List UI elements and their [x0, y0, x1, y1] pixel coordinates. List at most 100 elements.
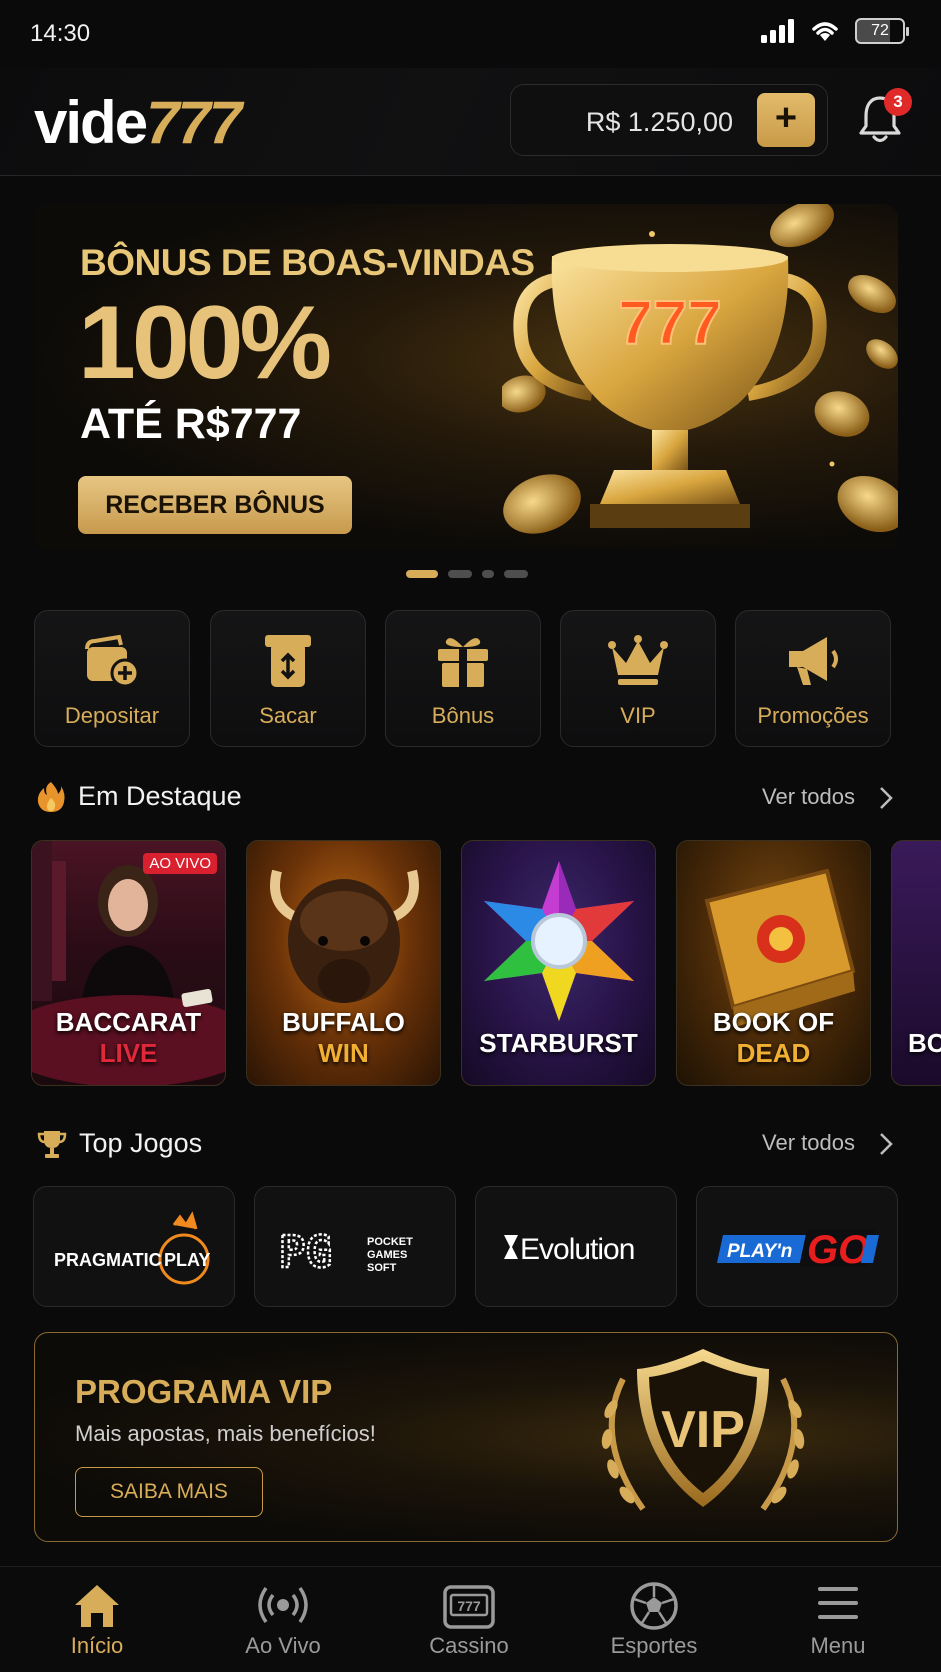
provider-name: Evolution [520, 1233, 634, 1266]
provider-pg-soft[interactable]: PG POCKET GAMES SOFT [254, 1186, 456, 1307]
hamburger-menu-icon [818, 1587, 858, 1619]
nav-label: Menu [810, 1633, 866, 1658]
quick-action-deposit[interactable]: Depositar [34, 610, 190, 747]
game-card-partial[interactable]: BC [891, 840, 941, 1086]
vip-title: PROGRAMA VIP [75, 1373, 333, 1410]
soccer-ball-icon [630, 1582, 678, 1630]
bottom-navigation: Início Ao Vivo 777 Cassino Esportes Menu [0, 1566, 941, 1672]
vip-subtitle: Mais apostas, mais benefícios! [75, 1421, 376, 1446]
nav-label: Esportes [610, 1633, 698, 1658]
top-games-section-title: Top Jogos [79, 1128, 203, 1158]
provider-playngo[interactable]: PLAY'n GO [696, 1186, 898, 1307]
quick-action-label: Depositar [64, 703, 160, 728]
status-bar: 14:30 72 [0, 0, 941, 68]
trophy-illustration: 777 [502, 204, 898, 534]
game-title: BUFFALO WIN [247, 1007, 440, 1069]
game-title-line2: DEAD [736, 1038, 811, 1068]
nav-item-live[interactable]: Ao Vivo [203, 1567, 363, 1672]
provider-name: PRAGMATIC [54, 1250, 162, 1270]
quick-action-bonus[interactable]: Bônus [385, 610, 541, 747]
logo-text-gold: 777 [146, 89, 242, 156]
evolution-logo: Evolution [504, 1233, 635, 1266]
game-card-baccarat[interactable]: AO VIVO BACCARAT LIVE [31, 840, 226, 1086]
svg-text:POCKET: POCKET [367, 1236, 413, 1248]
game-title-line1: BACCARAT [55, 1007, 202, 1037]
status-icons: 72 [759, 18, 909, 44]
live-badge: AO VIVO [143, 853, 217, 874]
pg-soft-logo: PG POCKET GAMES SOFT [278, 1226, 413, 1280]
signal-icon [761, 19, 794, 43]
balance-amount: R$ 1.250,00 [585, 107, 733, 137]
game-title-line1: BUFFALO [282, 1007, 405, 1037]
trophy-icon [37, 1131, 67, 1158]
banner-limit: ATÉ R$777 [80, 400, 302, 448]
game-title-line1: STARBURST [479, 1028, 638, 1058]
receive-bonus-button[interactable]: RECEBER BÔNUS [78, 476, 352, 534]
vip-shield-illustration: VIP [601, 1349, 805, 1511]
vip-program-card[interactable]: VIP PROGRAMA VIP Mais apostas, mais bene… [34, 1332, 898, 1542]
game-title-line1: BC [908, 1028, 941, 1058]
provider-name: PG [279, 1227, 332, 1278]
wallet-plus-icon [85, 634, 140, 688]
provider-evolution[interactable]: Evolution [475, 1186, 677, 1307]
vide777-logo[interactable]: vide777 [34, 88, 242, 157]
fire-icon [37, 782, 65, 812]
game-card-starburst[interactable]: STARBURST [461, 840, 656, 1086]
provider-pragmatic-play[interactable]: PRAGMATIC PLAY [33, 1186, 235, 1307]
learn-more-button[interactable]: SAIBA MAIS [75, 1467, 263, 1517]
chevron-right-icon[interactable] [878, 1131, 894, 1157]
carousel-dots [406, 570, 528, 578]
withdraw-icon [265, 635, 311, 687]
nav-item-casino[interactable]: 777 Cassino [389, 1567, 549, 1672]
live-broadcast-icon [258, 1586, 308, 1624]
crown-icon [608, 635, 668, 685]
game-title-line1: BOOK OF [712, 1007, 835, 1037]
game-title-line2: LIVE [99, 1038, 158, 1068]
app-header: vide777 R$ 1.250,00 + 3 [0, 68, 941, 176]
slot-machine-icon: 777 [443, 1585, 495, 1629]
banner-title: BÔNUS DE BOAS-VINDAS [80, 242, 535, 283]
carousel-dot-4[interactable] [504, 570, 528, 578]
see-all-text: Ver todos [762, 784, 855, 809]
logo-text-white: vide [34, 89, 148, 156]
carousel-dot-1[interactable] [406, 570, 438, 578]
notification-badge: 3 [884, 88, 912, 116]
status-time: 14:30 [30, 20, 91, 47]
svg-text:SOFT: SOFT [367, 1262, 397, 1274]
banner-percent: 100% [78, 285, 332, 401]
home-icon [75, 1585, 119, 1627]
nav-item-menu[interactable]: Menu [758, 1567, 918, 1672]
balance-box[interactable]: R$ 1.250,00 + [510, 84, 828, 156]
nav-label: Ao Vivo [245, 1633, 321, 1658]
featured-section-title: Em Destaque [78, 781, 242, 811]
svg-text:GAMES: GAMES [367, 1249, 407, 1261]
wifi-icon [812, 22, 838, 41]
carousel-dot-2[interactable] [448, 570, 472, 578]
chevron-right-icon[interactable] [878, 785, 894, 811]
provider-name-2: GO [807, 1228, 869, 1272]
game-card-book-of-dead[interactable]: BOOK OF DEAD [676, 840, 871, 1086]
quick-action-label: Promoções [757, 703, 869, 728]
welcome-bonus-banner[interactable]: 777 BÔNUS DE BOAS-VINDAS 100% ATÉ R$777 … [34, 204, 898, 550]
game-card-buffalo-win[interactable]: BUFFALO WIN [246, 840, 441, 1086]
battery-level: 72 [871, 22, 889, 39]
nav-item-home[interactable]: Início [17, 1567, 177, 1672]
megaphone-icon [789, 637, 838, 685]
quick-action-vip[interactable]: VIP [560, 610, 716, 747]
nav-label: Início [70, 1633, 124, 1658]
provider-name: PLAY'n [727, 1241, 792, 1262]
carousel-dot-3[interactable] [482, 570, 494, 578]
see-all-text: Ver todos [762, 1130, 855, 1155]
pragmatic-play-logo: PRAGMATIC PLAY [54, 1211, 210, 1285]
top-games-see-all-link[interactable]: Ver todos [762, 1130, 855, 1156]
featured-see-all-link[interactable]: Ver todos [762, 784, 855, 810]
gift-icon [438, 638, 488, 687]
svg-text:777: 777 [457, 1598, 481, 1614]
vip-shield-text: VIP [661, 1401, 745, 1459]
quick-action-promotions[interactable]: Promoções [735, 610, 891, 747]
quick-action-label: Bônus [431, 703, 495, 728]
add-funds-button[interactable]: + [757, 93, 815, 147]
trophy-777-text: 777 [618, 289, 721, 358]
quick-action-withdraw[interactable]: Sacar [210, 610, 366, 747]
nav-item-sports[interactable]: Esportes [574, 1567, 734, 1672]
